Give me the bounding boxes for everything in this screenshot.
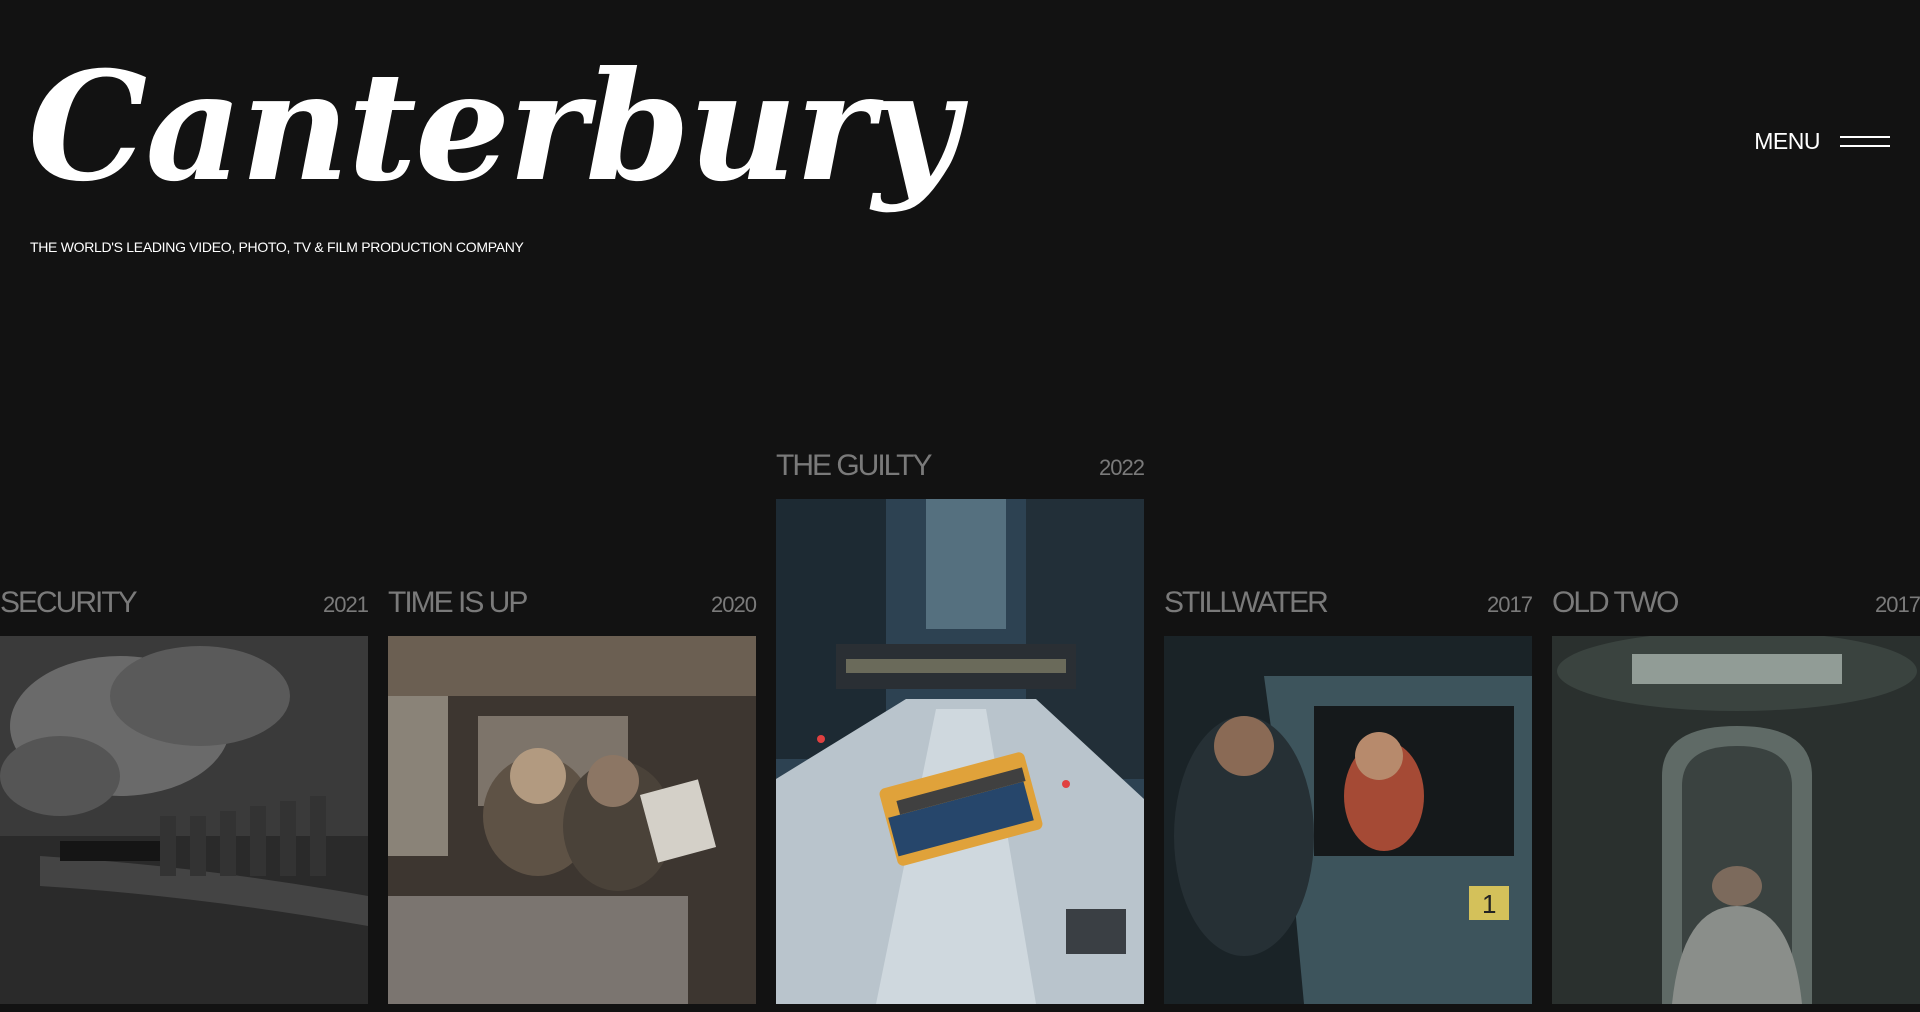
- project-thumbnail[interactable]: [1552, 636, 1920, 1004]
- project-year: 2017: [1875, 592, 1920, 617]
- brand-tagline: THE WORLD'S LEADING VIDEO, PHOTO, TV & F…: [30, 239, 524, 255]
- project-thumbnail[interactable]: [776, 499, 1144, 1004]
- menu-button[interactable]: MENU: [1754, 128, 1890, 155]
- project-card-header: THE GUILTY 2022: [776, 449, 1145, 499]
- brand-logo[interactable]: Canterbury: [28, 52, 960, 202]
- project-thumbnail[interactable]: [388, 636, 756, 1004]
- menu-label: MENU: [1754, 128, 1820, 154]
- project-year: 2020: [711, 592, 757, 617]
- project-title: THE GUILTY: [776, 449, 932, 482]
- project-title: STILLWATER: [1164, 586, 1329, 619]
- project-card-time-is-up[interactable]: TIME IS UP 2020: [388, 586, 757, 1004]
- project-card-the-guilty[interactable]: THE GUILTY 2022: [776, 449, 1145, 1004]
- project-thumbnail[interactable]: 1: [1164, 636, 1532, 1004]
- project-title: TIME IS UP: [388, 586, 528, 619]
- project-thumbnail[interactable]: [0, 636, 368, 1004]
- project-year: 2022: [1099, 455, 1145, 480]
- project-card-stillwater[interactable]: STILLWATER 2017 1: [1164, 586, 1533, 1004]
- page: Canterbury THE WORLD'S LEADING VIDEO, PH…: [0, 0, 1920, 1012]
- svg-text:1: 1: [1482, 889, 1496, 919]
- project-year: 2017: [1487, 592, 1533, 617]
- project-title: SECURITY: [0, 586, 138, 619]
- project-card-security[interactable]: SECURITY 2021: [0, 586, 369, 1004]
- project-title: OLD TWO: [1552, 586, 1679, 619]
- project-card-header: SECURITY 2021: [0, 586, 369, 636]
- project-card-header: TIME IS UP 2020: [388, 586, 757, 636]
- project-card-header: STILLWATER 2017: [1164, 586, 1533, 636]
- project-year: 2021: [323, 592, 369, 617]
- project-card-header: OLD TWO 2017: [1552, 586, 1920, 636]
- project-card-old-two[interactable]: OLD TWO 2017: [1552, 586, 1920, 1004]
- hamburger-icon[interactable]: [1840, 135, 1890, 148]
